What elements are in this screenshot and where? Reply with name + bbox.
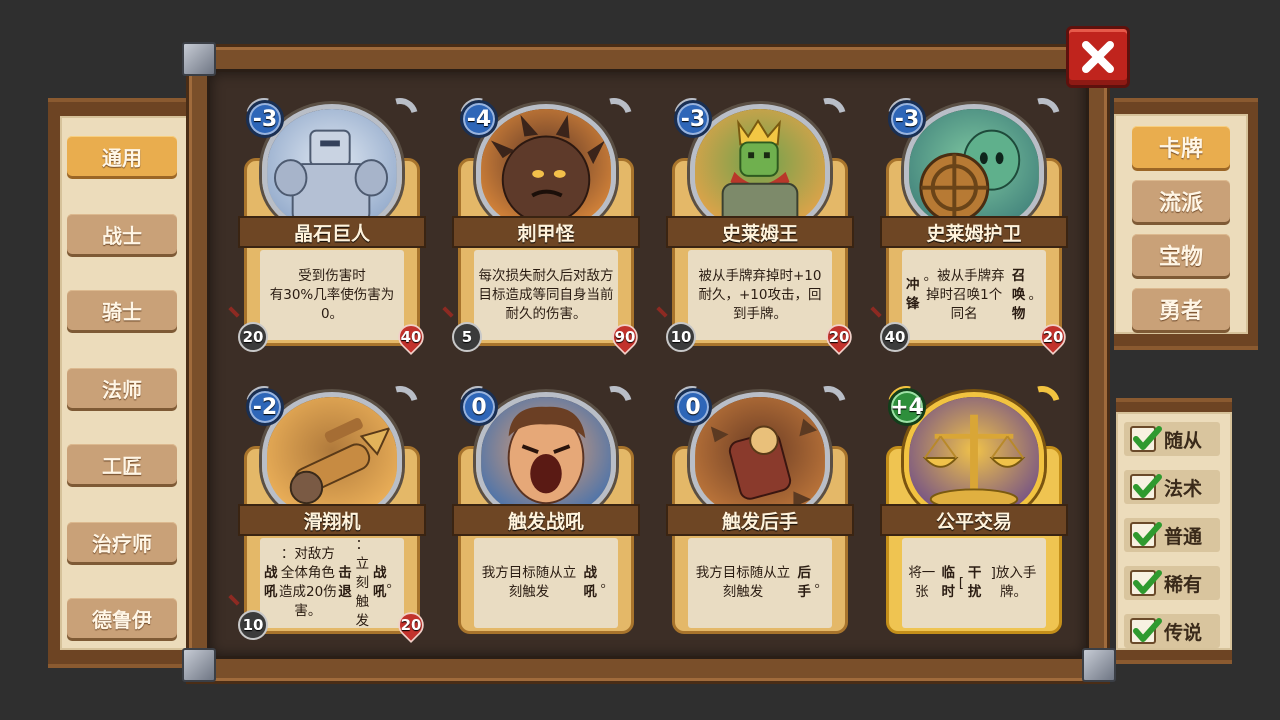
card-attack: 5 — [452, 322, 482, 352]
filter-checkbox[interactable] — [1130, 522, 1162, 548]
type-panel: 卡牌 流派 宝物 勇者 — [1114, 98, 1258, 350]
card-attack: 10 — [666, 322, 696, 352]
card-health-value: 40 — [400, 328, 422, 346]
card-attack: 20 — [238, 322, 268, 352]
card-cost-badge: -2 — [246, 388, 284, 426]
card-description: 每次损失耐久后对敌方目标造成等同自身当前耐久的伤害。 — [474, 250, 618, 340]
card-name: 滑翔机 — [238, 504, 426, 536]
sword-icon — [870, 306, 882, 318]
card-collection-board: -3 晶石巨人 受到伤害时 有30%几率使伤害为0。 20 40 -4 刺甲怪 每次… — [186, 44, 1110, 684]
sword-icon — [228, 594, 240, 606]
card[interactable]: -3 晶石巨人 受到伤害时 有30%几率使伤害为0。 20 40 — [228, 91, 430, 356]
category-tab[interactable]: 战士 — [67, 214, 177, 254]
card-cost-badge: -3 — [674, 100, 712, 138]
card-attack: 40 — [880, 322, 910, 352]
type-tab[interactable]: 宝物 — [1132, 234, 1230, 276]
card-health-value: 20 — [400, 616, 422, 634]
card-health-value: 20 — [828, 328, 850, 346]
card-attack: 10 — [238, 610, 268, 640]
card-name: 触发战吼 — [452, 504, 640, 536]
filter-checkbox[interactable] — [1130, 474, 1162, 500]
card-name: 史莱姆王 — [666, 216, 854, 248]
category-panel: 通用战士骑士法师工匠治疗师德鲁伊 — [48, 98, 198, 668]
category-tab[interactable]: 德鲁伊 — [67, 598, 177, 638]
card-name: 触发后手 — [666, 504, 854, 536]
filter-option[interactable]: 随从 — [1124, 422, 1220, 456]
card-cost-badge: 0 — [460, 388, 498, 426]
card-health-value: 20 — [1042, 328, 1064, 346]
checkmark-icon — [1133, 522, 1162, 546]
board-corner-top-left — [182, 42, 216, 76]
card-name: 史莱姆护卫 — [880, 216, 1068, 248]
card-health-value: 90 — [614, 328, 636, 346]
card[interactable]: -4 刺甲怪 每次损失耐久后对敌方目标造成等同自身当前耐久的伤害。 5 90 — [442, 91, 644, 356]
card-description: 我方目标随从立刻触发 后手。 — [688, 538, 832, 628]
card-health: 20 — [1034, 318, 1072, 356]
close-x-icon — [1082, 41, 1114, 73]
filter-checkbox[interactable] — [1130, 426, 1162, 452]
card-name: 晶石巨人 — [238, 216, 426, 248]
category-tab[interactable]: 通用 — [67, 136, 177, 176]
filter-label: 稀有 — [1164, 573, 1203, 596]
board-corner-bottom-right — [1082, 648, 1116, 682]
filter-label: 随从 — [1164, 429, 1203, 452]
card-health: 40 — [392, 318, 430, 356]
filter-option[interactable]: 普通 — [1124, 518, 1220, 552]
close-button[interactable] — [1066, 26, 1130, 88]
sword-icon — [442, 306, 454, 318]
checkmark-icon — [1133, 474, 1162, 498]
filter-label: 传说 — [1164, 621, 1203, 644]
card[interactable]: -3 史莱姆护卫 冲锋 。被从手牌弃掉时召唤1个同名 召唤物。 40 20 — [870, 91, 1072, 356]
filter-checkbox[interactable] — [1130, 570, 1162, 596]
card-description: 受到伤害时 有30%几率使伤害为0。 — [260, 250, 404, 340]
card-cost-badge: -3 — [246, 100, 284, 138]
card-description: 冲锋 。被从手牌弃掉时召唤1个同名 召唤物。 — [902, 250, 1046, 340]
card-cost-badge: +4 — [888, 388, 926, 426]
card[interactable]: 0 触发战吼 我方目标随从立刻触发 战吼。 — [448, 379, 644, 642]
card-name: 刺甲怪 — [452, 216, 640, 248]
card-health: 90 — [606, 318, 644, 356]
checkmark-icon — [1133, 570, 1162, 594]
sword-icon — [656, 306, 668, 318]
card[interactable]: -3 史莱姆王 被从手牌弃掉时+10耐久，+10攻击，回到手牌。 10 20 — [656, 91, 858, 356]
category-tab[interactable]: 法师 — [67, 368, 177, 408]
type-tab[interactable]: 流派 — [1132, 180, 1230, 222]
filter-option[interactable]: 传说 — [1124, 614, 1220, 648]
filter-label: 普通 — [1164, 525, 1203, 548]
card-description: 战吼 ：对敌方全体角色造成20伤害。 击退 ：立刻触发 战吼。 — [260, 537, 404, 629]
filter-checkbox[interactable] — [1130, 618, 1162, 644]
card-name: 公平交易 — [880, 504, 1068, 536]
card[interactable]: -2 滑翔机 战吼 ：对敌方全体角色造成20伤害。 击退 ：立刻触发 战吼。 10 20 — [228, 379, 430, 644]
card-health: 20 — [392, 606, 430, 644]
card-cost-badge: -4 — [460, 100, 498, 138]
filter-option[interactable]: 稀有 — [1124, 566, 1220, 600]
card[interactable]: +4 公平交易 将一张 临时[干扰]放入手牌。 — [876, 379, 1072, 642]
type-tab[interactable]: 卡牌 — [1132, 126, 1230, 168]
filter-option[interactable]: 法术 — [1124, 470, 1220, 504]
type-tab[interactable]: 勇者 — [1132, 288, 1230, 330]
card[interactable]: 0 触发后手 我方目标随从立刻触发 后手。 — [662, 379, 858, 642]
card-cost-badge: -3 — [888, 100, 926, 138]
card-health: 20 — [820, 318, 858, 356]
category-tab[interactable]: 治疗师 — [67, 522, 177, 562]
category-tab[interactable]: 工匠 — [67, 444, 177, 484]
checkmark-icon — [1133, 618, 1162, 642]
filter-label: 法术 — [1164, 477, 1203, 500]
card-description: 被从手牌弃掉时+10耐久，+10攻击，回到手牌。 — [688, 250, 832, 340]
card-grid: -3 晶石巨人 受到伤害时 有30%几率使伤害为0。 20 40 -4 刺甲怪 每次… — [207, 69, 1089, 659]
card-description: 将一张 临时[干扰]放入手牌。 — [902, 538, 1046, 628]
checkmark-icon — [1133, 426, 1162, 450]
card-cost-badge: 0 — [674, 388, 712, 426]
card-description: 我方目标随从立刻触发 战吼。 — [474, 538, 618, 628]
sword-icon — [228, 306, 240, 318]
filter-panel: 随从法术普通稀有传说 — [1116, 398, 1232, 664]
board-corner-bottom-left — [182, 648, 216, 682]
category-tab[interactable]: 骑士 — [67, 290, 177, 330]
